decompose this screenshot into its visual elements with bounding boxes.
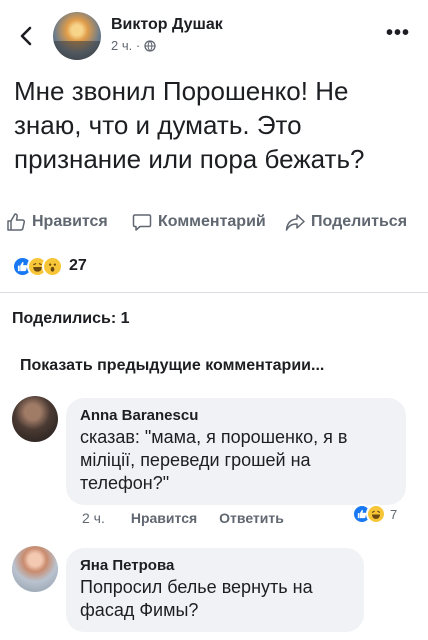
reactions-summary[interactable]: 27 [12,254,87,278]
post-text: Мне звонил Порошенко! Не знаю, что и дум… [14,76,365,174]
avatar[interactable] [12,546,58,592]
share-icon [285,214,305,231]
comment-text: Попросил белье вернуть на фасад Фимы? [80,577,313,620]
post-time[interactable]: 2 ч. · [111,38,140,53]
comment-author[interactable]: Яна Петрова [80,557,350,574]
share-label: Поделиться [311,213,408,230]
comment-label: Комментарий [158,213,266,230]
comment-text: сказав: "мама, я порошенко, я в міліції,… [80,427,348,493]
avatar[interactable] [12,396,58,442]
more-icon[interactable]: ••• [386,22,410,45]
like-label: Нравится [32,213,108,230]
show-previous-comments[interactable]: Показать предыдущие комментарии... [20,357,324,375]
post-meta: 2 ч. · [111,38,156,53]
author-name[interactable]: Виктор Душак [111,16,223,34]
comment-like-button[interactable]: Нравится [131,510,197,526]
chevron-left-icon[interactable] [16,24,38,48]
comment-reply-button[interactable]: Ответить [219,510,284,526]
post-actions: Нравится Комментарий Поделиться [0,208,428,236]
comment-button[interactable]: Комментарий [132,212,266,232]
comment-bubble[interactable]: Яна Петрова Попросил белье вернуть на фа… [66,548,364,632]
comment-bubble[interactable]: Anna Baranescu сказав: "мама, я порошенк… [66,398,406,505]
author-avatar[interactable] [53,12,101,60]
post-header: Виктор Душак 2 ч. · ••• [0,0,428,70]
wow-reaction-icon [42,255,63,277]
comment-reactions[interactable]: 7 [352,504,397,524]
globe-icon [144,39,156,52]
comment-meta: 2 ч. Нравится Ответить [82,510,284,526]
shares-count[interactable]: Поделились: 1 [12,310,130,328]
thumbs-up-icon [7,213,26,231]
comment-time[interactable]: 2 ч. [82,510,105,526]
haha-reaction-icon [366,504,386,524]
like-button[interactable]: Нравится [6,212,108,232]
share-button[interactable]: Поделиться [285,212,407,232]
comment-icon [132,214,152,231]
reaction-count: 27 [69,257,87,274]
comment-reaction-count: 7 [390,506,398,522]
divider [0,292,428,293]
comment-author[interactable]: Anna Baranescu [80,407,392,424]
